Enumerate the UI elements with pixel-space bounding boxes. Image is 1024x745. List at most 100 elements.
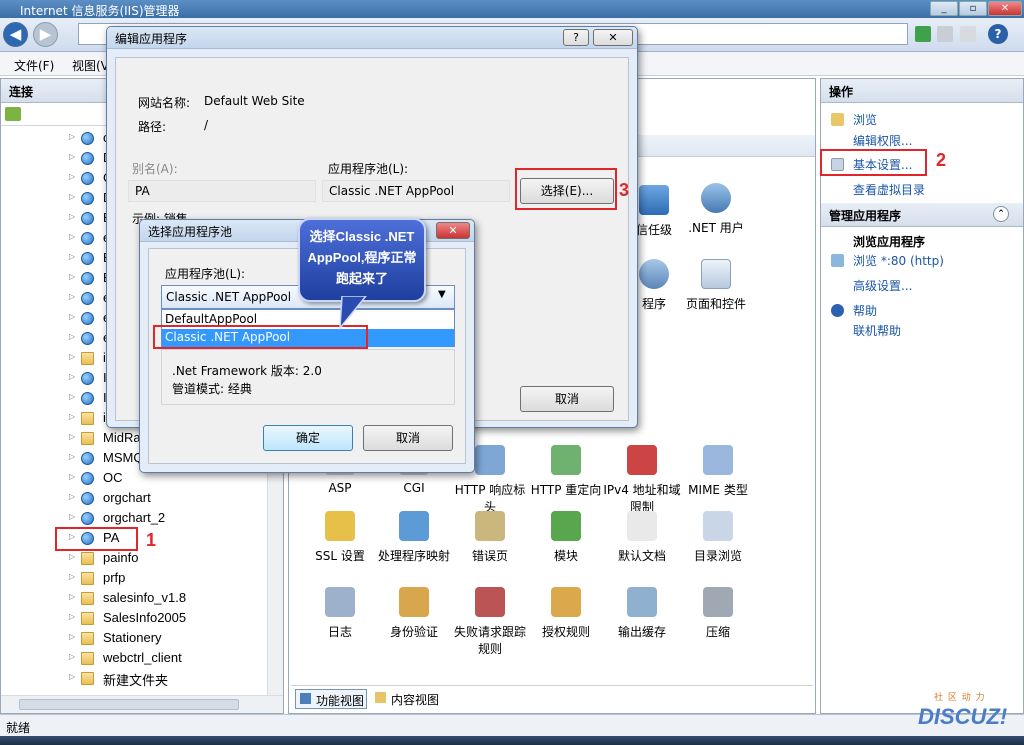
expand-arrow-icon[interactable]: ▷ (69, 192, 75, 201)
feature-item[interactable]: 目录浏览 (679, 511, 757, 564)
feature-label: 默认文档 (617, 549, 666, 563)
tree-item-label: prfp (103, 570, 126, 585)
ok-button[interactable]: 确定 (263, 425, 353, 451)
action-edit-permissions[interactable]: 编辑权限... (853, 132, 912, 149)
browse-app-label: 浏览应用程序 (853, 235, 926, 249)
feature-item[interactable]: HTTP 重定向 (527, 445, 605, 498)
hscroll-thumb[interactable] (19, 699, 239, 710)
expand-arrow-icon[interactable]: ▷ (69, 672, 75, 681)
expand-arrow-icon[interactable]: ▷ (69, 252, 75, 261)
window-title: Internet 信息服务(IIS)管理器 (20, 4, 180, 18)
expand-arrow-icon[interactable]: ▷ (69, 392, 75, 401)
feature-item[interactable]: 失败请求跟踪规则 (451, 587, 529, 657)
expand-arrow-icon[interactable]: ▷ (69, 332, 75, 341)
application-icon (81, 512, 94, 525)
dialog-close-button[interactable]: ✕ (593, 29, 633, 46)
feature-label: 授权规则 (541, 625, 590, 639)
action-help[interactable]: 帮助 (853, 302, 877, 319)
expand-arrow-icon[interactable]: ▷ (69, 292, 75, 301)
tree-item-label: MidRa (103, 430, 141, 445)
alias-label: 别名(A): (132, 162, 178, 176)
expand-arrow-icon[interactable]: ▷ (69, 212, 75, 221)
expand-arrow-icon[interactable]: ▷ (69, 652, 75, 661)
action-browse-port[interactable]: 浏览 *:80 (http) (853, 252, 944, 269)
expand-arrow-icon[interactable]: ▷ (69, 152, 75, 161)
tree-item-label: SalesInfo2005 (103, 610, 187, 625)
feature-item[interactable]: 身份验证 (375, 587, 453, 640)
expand-arrow-icon[interactable]: ▷ (69, 232, 75, 241)
tree-item-label: salesinfo_v1.8 (103, 590, 187, 605)
feature-item[interactable]: 默认文档 (603, 511, 681, 564)
action-online-help[interactable]: 联机帮助 (853, 322, 901, 339)
feature-item[interactable]: 授权规则 (527, 587, 605, 640)
expand-arrow-icon[interactable]: ▷ (69, 172, 75, 181)
chevron-down-icon: ▼ (438, 289, 446, 300)
expand-arrow-icon[interactable]: ▷ (69, 552, 75, 561)
menu-view[interactable]: 视图(V (72, 57, 109, 74)
expand-arrow-icon[interactable]: ▷ (69, 632, 75, 641)
dialog-help-button[interactable]: ? (563, 29, 589, 46)
expand-arrow-icon[interactable]: ▷ (69, 352, 75, 361)
alias-field[interactable]: PA (128, 180, 316, 202)
refresh-icon[interactable] (915, 26, 931, 42)
site-name-label: 网站名称: (138, 96, 191, 110)
tab-content-view[interactable]: 内容视图 (371, 689, 451, 709)
folder-icon (81, 612, 94, 625)
expand-arrow-icon[interactable]: ▷ (69, 372, 75, 381)
framework-version: .Net Framework 版本: 2.0 (172, 364, 322, 378)
expand-arrow-icon[interactable]: ▷ (69, 612, 75, 621)
expand-arrow-icon[interactable]: ▷ (69, 412, 75, 421)
select-cancel-button[interactable]: 取消 (363, 425, 453, 451)
collapse-icon[interactable]: ⌃ (993, 206, 1009, 222)
feature-item[interactable]: IPv4 地址和域限制 (603, 445, 681, 515)
tree-item-label: webctrl_client (103, 650, 182, 665)
feature-net-users[interactable]: .NET 用户 (677, 183, 755, 236)
expand-arrow-icon[interactable]: ▷ (69, 452, 75, 461)
action-browse[interactable]: 浏览 (853, 111, 877, 128)
expand-arrow-icon[interactable]: ▷ (69, 512, 75, 521)
browse-port-icon (831, 254, 844, 267)
close-button[interactable]: ✕ (988, 1, 1022, 16)
window-title-bar: Internet 信息服务(IIS)管理器 _ ▫ ✕ (0, 0, 1024, 18)
minimize-button[interactable]: _ (930, 1, 958, 16)
feature-label: CGI (403, 481, 425, 495)
select-close-button[interactable]: ✕ (436, 222, 470, 239)
feature-item[interactable]: 模块 (527, 511, 605, 564)
highlight-1 (55, 527, 138, 551)
feature-item[interactable]: 处理程序映射 (375, 511, 453, 564)
status-bar: 就绪 (0, 714, 1024, 736)
maximize-button[interactable]: ▫ (959, 1, 987, 16)
menu-file[interactable]: 文件(F) (14, 57, 54, 74)
expand-arrow-icon[interactable]: ▷ (69, 572, 75, 581)
expand-arrow-icon[interactable]: ▷ (69, 312, 75, 321)
feature-pages-controls[interactable]: 页面和控件 (677, 259, 755, 312)
action-view-vdirs[interactable]: 查看虚拟目录 (853, 181, 925, 198)
expand-arrow-icon[interactable]: ▷ (69, 132, 75, 141)
feature-item[interactable]: 日志 (301, 587, 379, 640)
expand-arrow-icon[interactable]: ▷ (69, 272, 75, 281)
feature-item[interactable]: MIME 类型 (679, 445, 757, 498)
tree-hscrollbar[interactable] (1, 695, 283, 713)
connect-icon[interactable] (5, 107, 21, 121)
expand-arrow-icon[interactable]: ▷ (69, 432, 75, 441)
help-icon[interactable]: ? (988, 24, 1008, 44)
folder-icon (81, 412, 94, 425)
feature-item[interactable]: SSL 设置 (301, 511, 379, 564)
expand-arrow-icon[interactable]: ▷ (69, 592, 75, 601)
feature-item[interactable]: 压缩 (679, 587, 757, 640)
actions-header: 操作 (821, 79, 1023, 103)
back-button[interactable]: ◀ (3, 22, 28, 47)
home-icon[interactable] (960, 26, 976, 42)
edit-cancel-button[interactable]: 取消 (520, 386, 614, 412)
stop-icon[interactable] (937, 26, 953, 42)
feature-item[interactable]: 输出缓存 (603, 587, 681, 640)
feature-icon (475, 587, 505, 617)
feature-label: 目录浏览 (693, 549, 742, 563)
tab-features-view[interactable]: 功能视图 (295, 689, 367, 709)
feature-item[interactable]: 错误页 (451, 511, 529, 564)
forward-button[interactable]: ▶ (33, 22, 58, 47)
expand-arrow-icon[interactable]: ▷ (69, 492, 75, 501)
path-label: 路径: (138, 120, 167, 134)
action-advanced-settings[interactable]: 高级设置... (853, 277, 912, 294)
expand-arrow-icon[interactable]: ▷ (69, 472, 75, 481)
